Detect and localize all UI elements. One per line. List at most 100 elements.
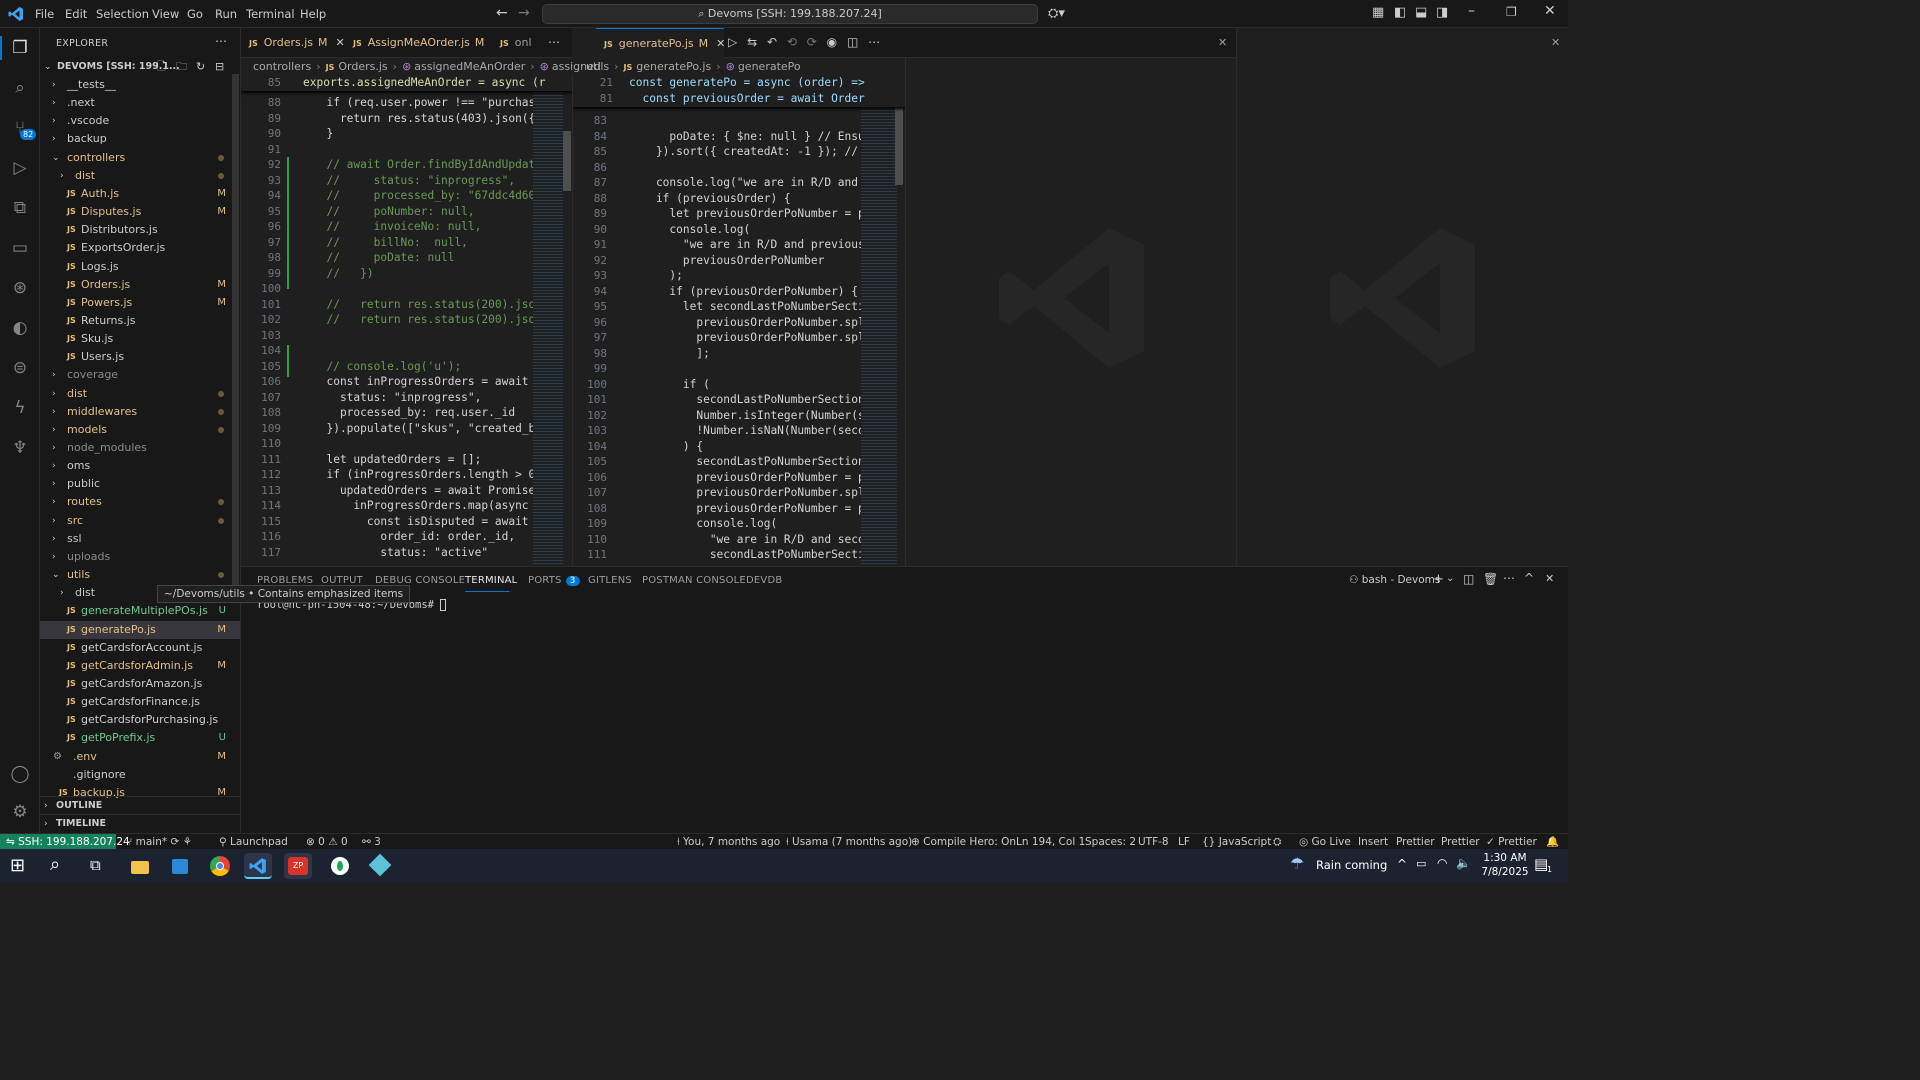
more-tabs-icon[interactable]: ⋯ [548,35,560,49]
tree-folder[interactable]: › .next [40,94,240,112]
menu-go[interactable]: Go [187,7,203,21]
code-line[interactable]: "we are in R/D and previous [629,237,865,253]
code-line[interactable]: // return res.status(200).json [313,312,542,328]
sticky-scroll[interactable]: 21 const generatePo = async (order) => 81 … [573,75,905,107]
encoding[interactable]: UTF-8 [1138,834,1169,850]
code-line[interactable]: updatedOrders = await Promise [313,483,535,499]
code-line[interactable]: status: "inprogress", [313,390,481,406]
code-line[interactable]: !Number.isNaN(Number(secon [629,423,871,439]
code-line[interactable]: console.log( [629,222,750,238]
wifi-icon[interactable]: ◠ [1437,856,1447,870]
code-line[interactable]: // status: "inprogress", [313,173,515,189]
tree-folder[interactable]: › node_modules [40,439,240,457]
editor-right[interactable]: 21 const generatePo = async (order) => 81 … [572,75,905,566]
code-line[interactable]: if (inProgressOrders.length > 0 [313,467,535,483]
tree-file[interactable]: JS Sku.js [40,330,240,348]
refresh-icon[interactable]: ↻ [196,58,205,76]
code-line[interactable]: previousOrderPoNumber.spli [629,485,871,501]
code-line[interactable]: const inProgressOrders = await O [313,374,542,390]
code-line[interactable]: // }) [313,266,373,282]
tree-folder[interactable]: › __tests__ [40,76,240,94]
cursor-position[interactable]: Ln 194, Col 1 [1016,834,1085,850]
compile-hero[interactable]: ⊕ Compile Hero: On [911,834,1016,850]
panel-tab-postman-console[interactable]: POSTMAN CONSOLE [642,575,746,586]
tree-folder[interactable]: › dist [40,167,240,185]
tree-folder[interactable]: › middlewares [40,403,240,421]
launchpad[interactable]: ⚲ Launchpad [219,834,288,850]
timeline-section[interactable]: › TIMELINE [40,814,240,832]
explorer-icon[interactable]: ❐ [8,36,32,60]
code-line[interactable]: console.log( [629,516,777,532]
close-panel-icon[interactable]: ✕ [1545,572,1554,585]
tree-folder[interactable]: › oms [40,457,240,475]
split-terminal-icon[interactable]: ◫ [1463,572,1474,586]
compare-icon[interactable]: ⇆ [747,35,757,49]
git-author[interactable]: ⍿ Usama (7 months ago) [786,834,912,850]
file-explorer-icon[interactable] [126,853,154,879]
accounts-icon[interactable]: ◯ [8,762,32,786]
code-line[interactable]: poDate: { $ne: null } // Ensur [629,129,871,145]
code-line[interactable]: secondLastPoNumberSection. [629,392,871,408]
close-group-icon[interactable]: ✕ [1218,36,1227,49]
customize-layout-icon[interactable]: ▦ [1372,5,1384,20]
tree-file[interactable]: .gitignore [40,766,240,784]
battery-icon[interactable]: ▭ [1416,857,1426,870]
problems-indicator[interactable]: ⊗ 0 ⚠ 0 [306,834,348,850]
tree-file[interactable]: JS Logs.js [40,258,240,276]
manage-gear-icon[interactable]: ⚙ [8,800,32,824]
panel-tab-devdb[interactable]: DEVDB [746,575,782,586]
code-line[interactable]: return res.status(403).json({ [313,111,542,127]
code-line[interactable]: if ( [629,377,710,393]
git-blame[interactable]: ⍿ You, 7 months ago [677,834,780,850]
code-line[interactable]: // billNo: null, [313,235,467,251]
extensions-icon[interactable]: ⧉ [8,196,32,220]
breadcrumb-item[interactable]: assignedMeAnOrder [414,60,525,73]
panel-tab-terminal[interactable]: TERMINAL [465,575,517,586]
editor-tab[interactable]: JS AssignMeAOrder.js M [345,28,492,58]
outline-section[interactable]: › OUTLINE [40,796,240,814]
menu-edit[interactable]: Edit [65,7,87,21]
tree-file[interactable]: JS Disputes.js M [40,203,240,221]
code-line[interactable]: "we are in R/D and secon [629,532,872,548]
close-tab-icon[interactable]: ✕ [716,37,725,50]
prettier-1[interactable]: Prettier [1396,834,1435,850]
restore-icon[interactable]: ❐ [1506,5,1517,19]
panel-tab-gitlens[interactable]: GITLENS [588,575,632,586]
search-icon[interactable]: ⌕ [8,76,32,100]
code-line[interactable]: if (previousOrderPoNumber) { [629,284,858,300]
tree-file[interactable]: JS getPoPrefix.js U [40,729,240,747]
tree-folder[interactable]: › dist [40,385,240,403]
breadcrumb-item[interactable]: controllers [253,60,311,73]
code-line[interactable]: // console.log('u'); [313,359,461,375]
minimize-icon[interactable]: – [1468,3,1475,19]
tree-folder[interactable]: › backup [40,130,240,148]
code-line[interactable]: }).populate(["skus", "created_b [313,421,535,437]
notifications-bell-icon[interactable]: 🔔 [1546,834,1559,850]
code-line[interactable]: ]; [629,346,709,362]
tree-file[interactable]: JS getCardsforFinance.js [40,693,240,711]
panel-more-icon[interactable]: ⋯ [1503,571,1515,585]
code-line[interactable]: let previousOrderPoNumber = pr [629,206,871,222]
volume-icon[interactable]: 🔈 [1456,856,1471,870]
tree-folder[interactable]: ⌄ controllers [40,149,240,167]
tree-folder[interactable]: › routes [40,493,240,511]
vscode-taskbar-icon[interactable] [244,853,272,879]
tree-file[interactable]: JS ExportsOrder.js [40,239,240,257]
devdb-icon[interactable]: ⊜ [8,356,32,380]
minimap[interactable] [533,75,563,566]
tree-file[interactable]: JS Returns.js [40,312,240,330]
tree-file[interactable]: JS getCardsforAdmin.js M [40,657,240,675]
tree-folder[interactable]: › models [40,421,240,439]
editor-tab[interactable]: JS generatePo.js M ✕ [596,28,725,58]
tree-file[interactable]: JS Auth.js M [40,185,240,203]
close-tab-icon[interactable]: ✕ [336,36,345,49]
close-group-icon[interactable]: ✕ [1551,36,1560,49]
new-terminal-icon[interactable]: + [1433,572,1444,587]
code-line[interactable]: inProgressOrders.map(async [313,498,535,514]
minimap[interactable] [861,75,897,566]
vertical-scrollbar[interactable] [563,131,571,191]
more-actions-icon[interactable]: ⋯ [215,34,227,48]
git-next-icon[interactable]: ⟳ [807,35,817,49]
editor-left[interactable]: 85 exports.assignedMeAnOrder = async (r 88… [241,75,572,566]
terminal-dropdown-icon[interactable]: ⌄ [1446,573,1454,584]
